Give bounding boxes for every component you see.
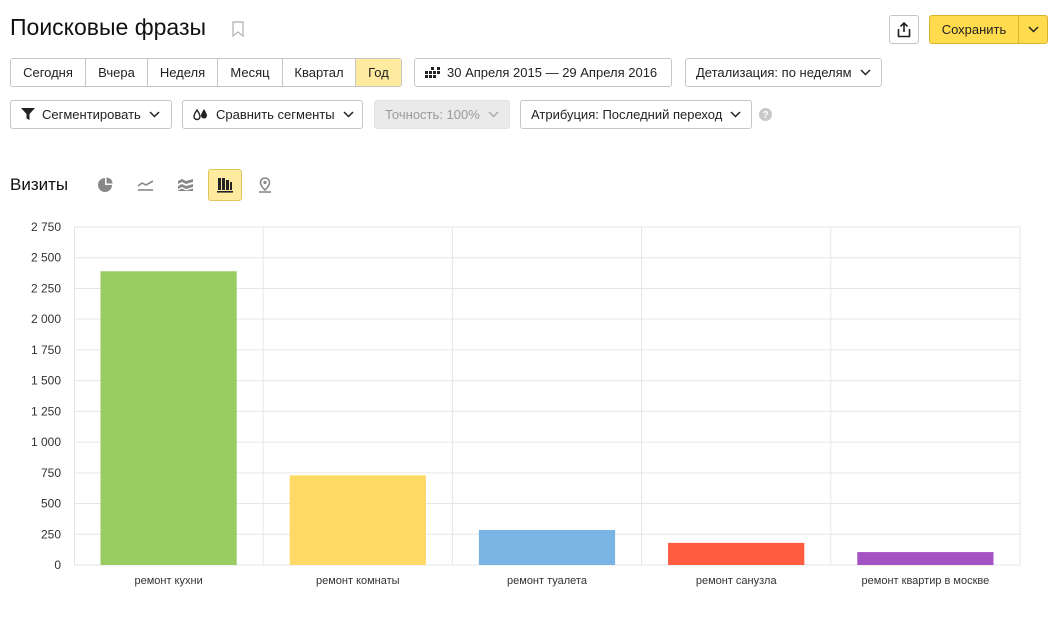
calendar-icon xyxy=(425,67,440,78)
compare-label: Сравнить сегменты xyxy=(216,107,335,122)
y-tick-label: 250 xyxy=(41,527,61,541)
chevron-down-icon xyxy=(730,111,741,118)
x-tick-label: ремонт комнаты xyxy=(316,575,400,587)
chevron-down-icon xyxy=(343,111,354,118)
chevron-down-icon xyxy=(149,111,160,118)
view-map-button[interactable] xyxy=(248,169,282,201)
bar-chart-icon xyxy=(217,177,233,193)
y-tick-label: 2 500 xyxy=(31,251,61,265)
segment-label: Сегментировать xyxy=(42,107,141,122)
y-tick-label: 1 750 xyxy=(31,343,61,357)
svg-text:?: ? xyxy=(762,110,768,121)
accuracy-label: Точность: 100% xyxy=(385,107,480,122)
date-range-button[interactable]: 30 Апреля 2015 — 29 Апреля 2016 xyxy=(414,58,672,87)
view-pie-button[interactable] xyxy=(88,169,122,201)
x-tick-label: ремонт кухни xyxy=(134,575,202,587)
accuracy-dropdown: Точность: 100% xyxy=(374,100,510,129)
y-tick-label: 2 250 xyxy=(31,281,61,295)
save-dropdown-button[interactable] xyxy=(1018,16,1047,43)
save-button-group: Сохранить xyxy=(929,15,1048,44)
chevron-down-icon xyxy=(860,69,871,76)
bar xyxy=(478,529,616,565)
period-selector: Сегодня Вчера Неделя Месяц Квартал Год xyxy=(10,58,402,87)
bar xyxy=(668,542,805,565)
period-year[interactable]: Год xyxy=(356,59,401,86)
attribution-label: Атрибуция: Последний переход xyxy=(531,107,723,122)
detail-label: Детализация: по неделям xyxy=(696,65,852,80)
bar xyxy=(857,552,994,565)
compare-segments-button[interactable]: Сравнить сегменты xyxy=(182,100,363,129)
y-tick-label: 500 xyxy=(41,497,61,511)
y-tick-label: 2 750 xyxy=(31,220,61,234)
export-button[interactable] xyxy=(889,15,919,44)
bar xyxy=(289,475,426,565)
help-icon[interactable]: ? xyxy=(759,108,772,126)
y-tick-label: 1 500 xyxy=(31,374,61,388)
y-tick-label: 0 xyxy=(54,558,61,572)
save-button[interactable]: Сохранить xyxy=(930,16,1018,43)
view-bar-button[interactable] xyxy=(208,169,242,201)
y-tick-label: 1 250 xyxy=(31,404,61,418)
x-tick-label: ремонт санузла xyxy=(696,575,778,587)
line-chart-icon xyxy=(137,179,154,191)
y-tick-label: 1 000 xyxy=(31,435,61,449)
filter-icon xyxy=(21,108,35,121)
period-today[interactable]: Сегодня xyxy=(11,59,86,86)
period-week[interactable]: Неделя xyxy=(148,59,218,86)
pie-chart-icon xyxy=(97,177,113,193)
period-month[interactable]: Месяц xyxy=(218,59,283,86)
chart-title: Визиты xyxy=(10,175,69,194)
drops-icon xyxy=(193,108,209,121)
bar xyxy=(100,271,237,565)
share-icon xyxy=(897,21,911,38)
view-area-button[interactable] xyxy=(168,169,202,201)
y-tick-label: 750 xyxy=(41,466,61,480)
period-quarter[interactable]: Квартал xyxy=(283,59,356,86)
bookmark-icon[interactable] xyxy=(232,21,244,42)
attribution-dropdown[interactable]: Атрибуция: Последний переход xyxy=(520,100,752,129)
x-tick-label: ремонт туалета xyxy=(507,575,588,587)
chevron-down-icon xyxy=(488,111,499,118)
x-tick-label: ремонт квартир в москве xyxy=(862,575,990,587)
y-tick-label: 2 000 xyxy=(31,312,61,326)
detail-dropdown[interactable]: Детализация: по неделям xyxy=(685,58,882,87)
bar-chart: 0 250 500 750 1 000 1 250 1 500 1 750 2 000 2 250… xyxy=(31,220,1021,587)
view-line-button[interactable] xyxy=(128,169,162,201)
segment-button[interactable]: Сегментировать xyxy=(10,100,172,129)
map-icon xyxy=(257,177,273,193)
chevron-down-icon xyxy=(1027,26,1039,33)
area-chart-icon xyxy=(177,178,194,192)
period-yesterday[interactable]: Вчера xyxy=(86,59,148,86)
date-range-label: 30 Апреля 2015 — 29 Апреля 2016 xyxy=(447,65,658,80)
page-title: Поисковые фразы xyxy=(10,14,207,40)
